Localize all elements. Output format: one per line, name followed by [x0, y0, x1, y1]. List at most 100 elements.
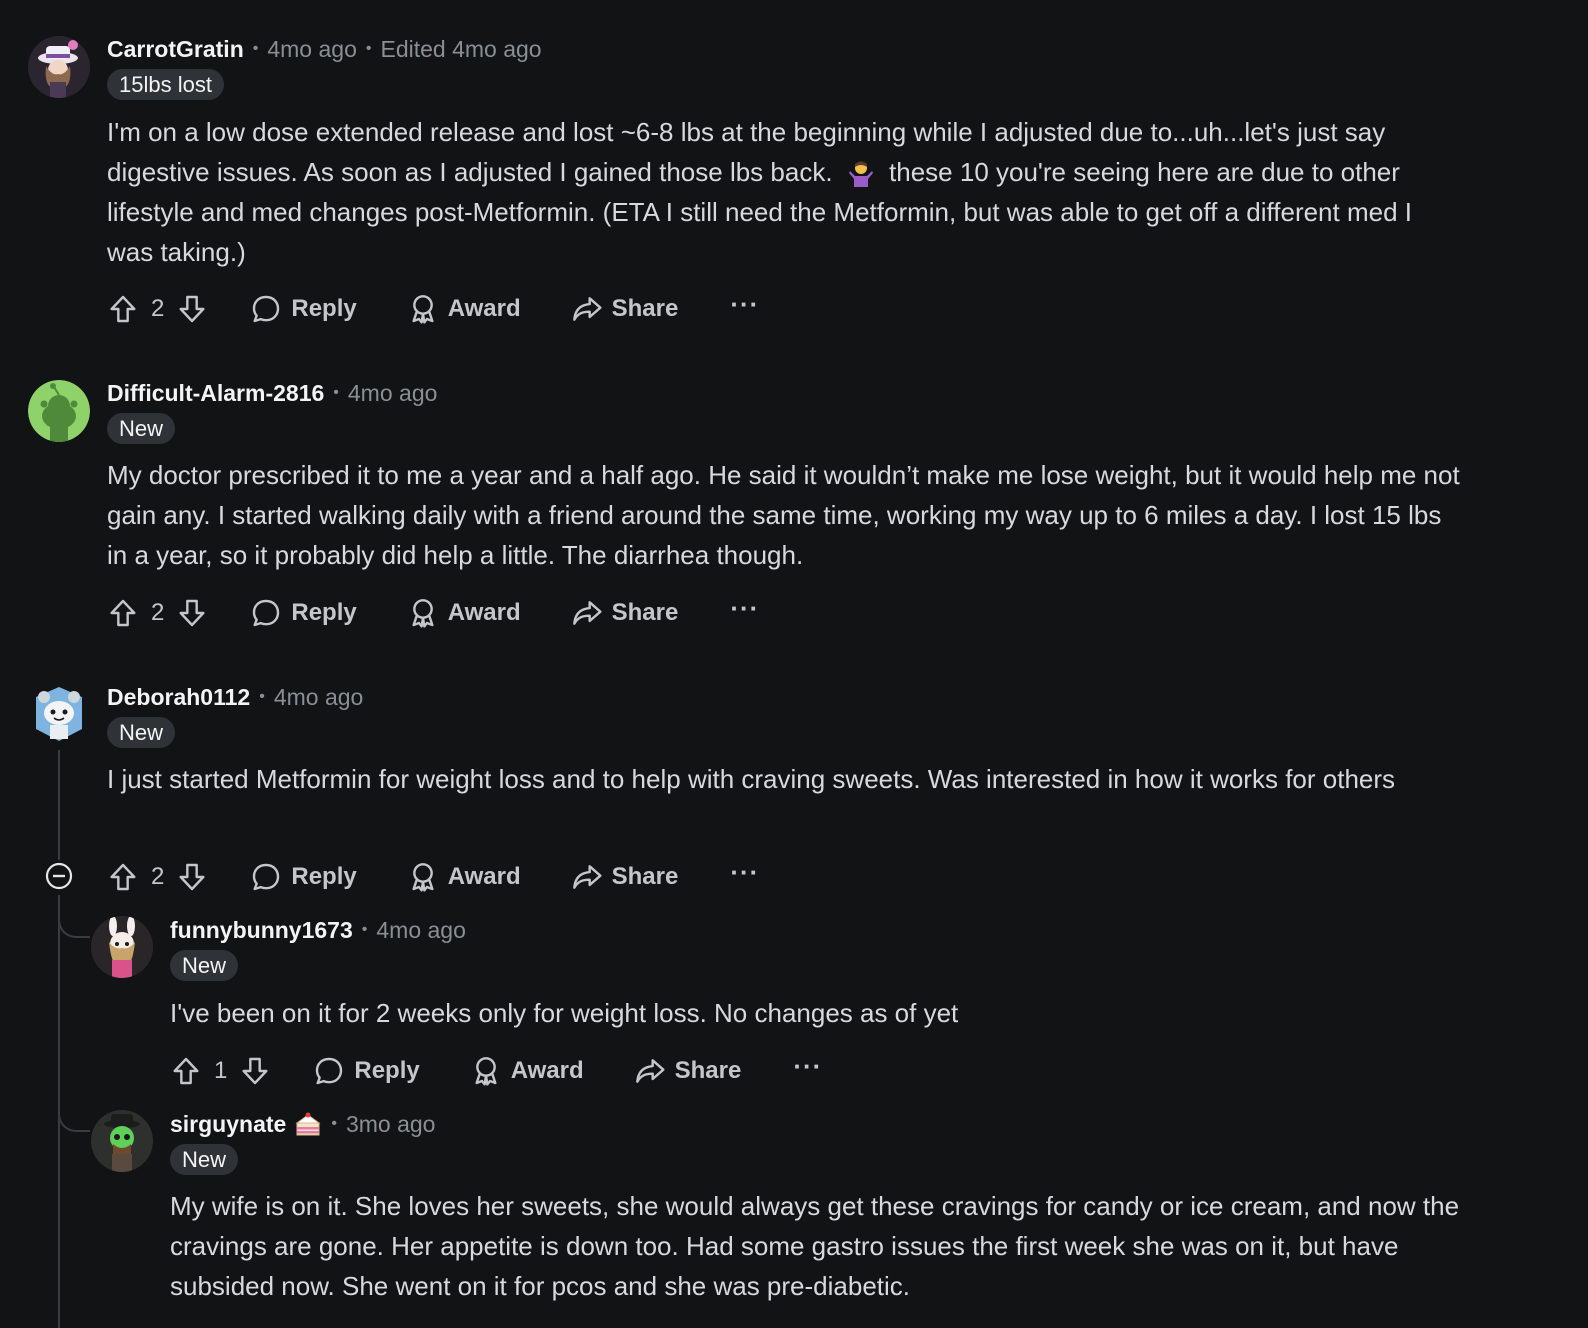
avatar[interactable]: [28, 683, 90, 745]
thread-branch-funnybunny: [58, 912, 90, 938]
upvote-button[interactable]: [107, 597, 139, 629]
award-button[interactable]: Award: [407, 861, 521, 893]
reply-button[interactable]: Reply: [250, 861, 357, 893]
avatar[interactable]: [28, 380, 90, 442]
timestamp[interactable]: 4mo ago: [348, 380, 438, 407]
avatar-image: [91, 1110, 153, 1172]
separator-dot: •: [333, 384, 339, 401]
upvote-icon: [107, 293, 139, 325]
more-options-button[interactable]: ···: [730, 291, 759, 324]
comment-actions: 1 Reply Award Share ···: [170, 1051, 822, 1091]
award-label: Award: [447, 295, 521, 322]
timestamp[interactable]: 4mo ago: [274, 684, 364, 711]
separator-dot: •: [361, 921, 368, 938]
author-name[interactable]: sirguynate: [170, 1111, 286, 1138]
comment-bubble-icon: [313, 1055, 345, 1087]
timestamp[interactable]: 4mo ago: [376, 917, 466, 944]
share-label: Share: [611, 863, 679, 890]
avatar-image: [28, 380, 90, 442]
reply-button[interactable]: Reply: [250, 293, 357, 325]
timestamp[interactable]: 3mo ago: [346, 1111, 436, 1138]
separator-dot: •: [365, 40, 372, 57]
share-label: Share: [674, 1057, 742, 1084]
comment-meta: sirguynate • 3mo ago: [170, 1109, 435, 1139]
comment-meta: Deborah0112 • 4mo ago: [107, 682, 363, 712]
comment-actions: 2 Reply Award Share ···: [107, 289, 759, 329]
downvote-button[interactable]: [239, 1055, 271, 1087]
avatar-image: [28, 36, 90, 98]
upvote-icon: [107, 861, 139, 893]
downvote-icon: [239, 1055, 271, 1087]
more-options-button[interactable]: ···: [730, 595, 759, 628]
upvote-button[interactable]: [170, 1055, 202, 1087]
downvote-button[interactable]: [176, 597, 208, 629]
award-button[interactable]: Award: [470, 1055, 584, 1087]
avatar-image: [36, 687, 82, 741]
comment-bubble-icon: [250, 861, 282, 893]
more-options-button[interactable]: ···: [793, 1053, 822, 1086]
more-options-button[interactable]: ···: [730, 859, 759, 892]
downvote-button[interactable]: [176, 293, 208, 325]
share-arrow-icon: [571, 861, 603, 893]
award-button[interactable]: Award: [407, 293, 521, 325]
timestamp[interactable]: 4mo ago: [267, 36, 357, 63]
downvote-icon: [176, 597, 208, 629]
reply-button[interactable]: Reply: [250, 597, 357, 629]
thread-branch-sirguynate: [58, 1106, 90, 1132]
separator-dot: •: [252, 40, 259, 57]
award-label: Award: [510, 1057, 584, 1084]
comment-meta: funnybunny1673 • 4mo ago: [170, 915, 466, 945]
comment-body: I just started Metformin for weight loss…: [107, 764, 1396, 794]
author-name[interactable]: Deborah0112: [107, 684, 250, 711]
award-ribbon-icon: [407, 597, 439, 629]
reply-label: Reply: [291, 295, 357, 322]
comment-meta: Difficult-Alarm-2816 • 4mo ago: [107, 378, 437, 408]
share-button[interactable]: Share: [571, 293, 678, 325]
vote-score: 2: [151, 863, 165, 890]
share-label: Share: [611, 599, 679, 626]
reply-button[interactable]: Reply: [313, 1055, 420, 1087]
comment-body: My wife is on it. She loves her sweets, …: [170, 1191, 1460, 1301]
avatar[interactable]: [28, 36, 90, 98]
reply-label: Reply: [291, 599, 357, 626]
vote-score: 2: [151, 599, 165, 626]
share-arrow-icon: [571, 597, 603, 629]
reply-label: Reply: [291, 863, 357, 890]
comment-body: I'm on a low dose extended release and l…: [107, 112, 1457, 272]
share-button[interactable]: Share: [634, 1055, 742, 1087]
author-name[interactable]: Difficult-Alarm-2816: [107, 380, 324, 407]
author-name[interactable]: CarrotGratin: [107, 36, 244, 63]
award-ribbon-icon: [470, 1055, 502, 1087]
award-label: Award: [447, 863, 521, 890]
downvote-button[interactable]: [176, 861, 208, 893]
upvote-button[interactable]: [107, 293, 139, 325]
user-flair: 15lbs lost: [107, 69, 224, 100]
share-button[interactable]: Share: [571, 861, 679, 893]
award-ribbon-icon: [407, 861, 439, 893]
comment-body: My doctor prescribed it to me a year and…: [107, 460, 1460, 570]
award-label: Award: [447, 599, 521, 626]
avatar-image: [91, 916, 153, 978]
award-ribbon-icon: [407, 293, 439, 325]
award-button[interactable]: Award: [407, 597, 521, 629]
share-arrow-icon: [571, 293, 603, 325]
comment-actions: 2 Reply Award Share ···: [107, 857, 759, 897]
comment-actions: 2 Reply Award Share ···: [107, 593, 759, 633]
upvote-button[interactable]: [107, 861, 139, 893]
reply-label: Reply: [354, 1057, 420, 1084]
downvote-icon: [176, 861, 208, 893]
user-flair: New: [107, 413, 176, 444]
person-shrugging-emoji: [848, 161, 873, 187]
avatar[interactable]: [91, 1110, 153, 1172]
author-name[interactable]: funnybunny1673: [170, 917, 353, 944]
separator-dot: •: [331, 1115, 337, 1132]
comment-body: I've been on it for 2 weeks only for wei…: [170, 998, 959, 1028]
share-button[interactable]: Share: [571, 597, 679, 629]
cake-icon: [295, 1112, 321, 1136]
upvote-icon: [170, 1055, 202, 1087]
user-flair: New: [170, 1144, 239, 1175]
avatar[interactable]: [91, 916, 153, 978]
share-arrow-icon: [634, 1055, 666, 1087]
user-flair: New: [107, 717, 176, 748]
collapse-thread-button[interactable]: [45, 862, 73, 890]
